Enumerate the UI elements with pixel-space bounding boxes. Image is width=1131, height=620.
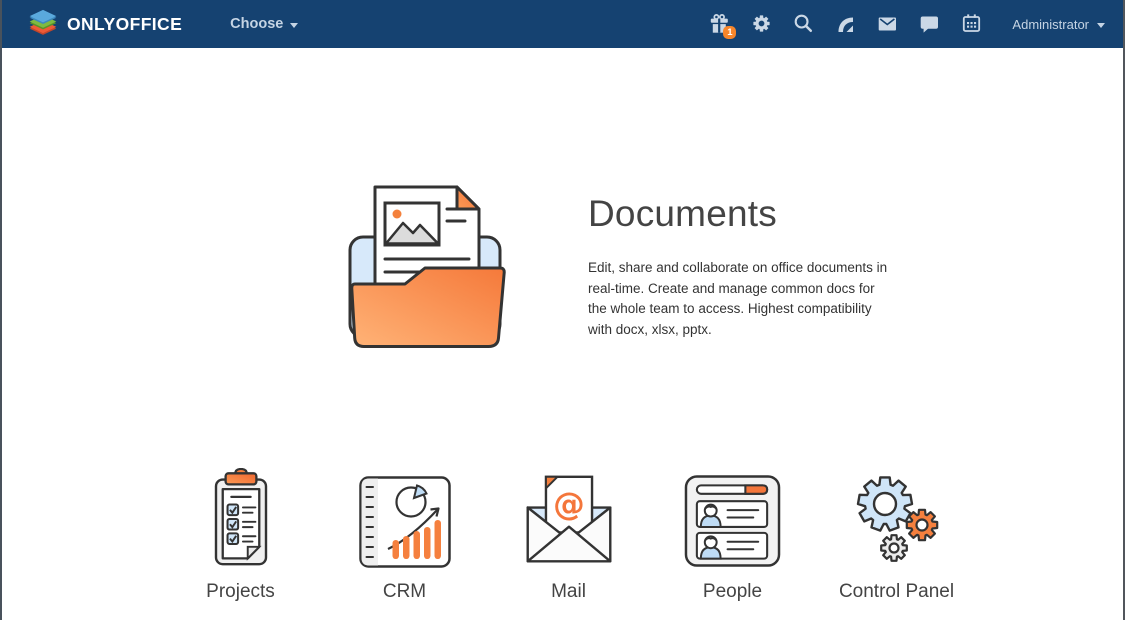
module-label: People — [703, 581, 762, 603]
modules-row: Projects — [8, 466, 1125, 603]
module-label: Control Panel — [839, 581, 954, 603]
module-label: Mail — [551, 581, 586, 603]
page-title[interactable]: Documents — [588, 193, 890, 235]
control-panel-icon — [847, 466, 947, 568]
gift-badge: 1 — [723, 26, 736, 39]
module-label: Projects — [206, 581, 275, 603]
calendar-icon[interactable] — [961, 12, 982, 36]
user-name: Administrator — [1012, 17, 1089, 32]
module-people[interactable]: People — [651, 466, 815, 603]
onlyoffice-logo[interactable]: ONLYOFFICE — [28, 9, 182, 39]
module-control-panel[interactable]: Control Panel — [815, 466, 979, 603]
chevron-down-icon — [1097, 23, 1105, 28]
documents-hero: Documents Edit, share and collaborate on… — [345, 183, 890, 358]
chevron-down-icon — [290, 23, 298, 28]
chat-icon[interactable] — [919, 12, 940, 36]
crm-icon — [359, 466, 451, 568]
mail-module-icon: @ — [521, 466, 617, 568]
documents-hero-text: Documents Edit, share and collaborate on… — [588, 183, 890, 358]
brand-name: ONLYOFFICE — [67, 14, 182, 35]
choose-label: Choose — [230, 16, 283, 32]
gift-icon[interactable]: 1 — [709, 12, 730, 36]
user-menu[interactable]: Administrator — [1012, 17, 1105, 32]
navbar-icon-group: 1 — [709, 12, 982, 36]
onlyoffice-layers-icon — [28, 9, 58, 39]
people-icon — [684, 466, 781, 568]
documents-folder-illustration[interactable] — [345, 183, 507, 358]
projects-icon — [212, 466, 270, 568]
svg-text:@: @ — [553, 487, 585, 523]
module-projects[interactable]: Projects — [159, 466, 323, 603]
portal-window: ONLYOFFICE Choose 1 — [0, 0, 1125, 620]
search-icon[interactable] — [793, 12, 814, 36]
feed-icon[interactable] — [835, 12, 856, 36]
choose-dropdown[interactable]: Choose — [230, 16, 298, 32]
hero-description: Edit, share and collaborate on office do… — [588, 258, 890, 340]
mail-icon[interactable] — [877, 12, 898, 36]
module-crm[interactable]: CRM — [323, 466, 487, 603]
module-label: CRM — [383, 581, 426, 603]
module-mail[interactable]: @ Mail — [487, 466, 651, 603]
settings-icon[interactable] — [751, 12, 772, 36]
top-navbar: ONLYOFFICE Choose 1 — [2, 0, 1123, 48]
